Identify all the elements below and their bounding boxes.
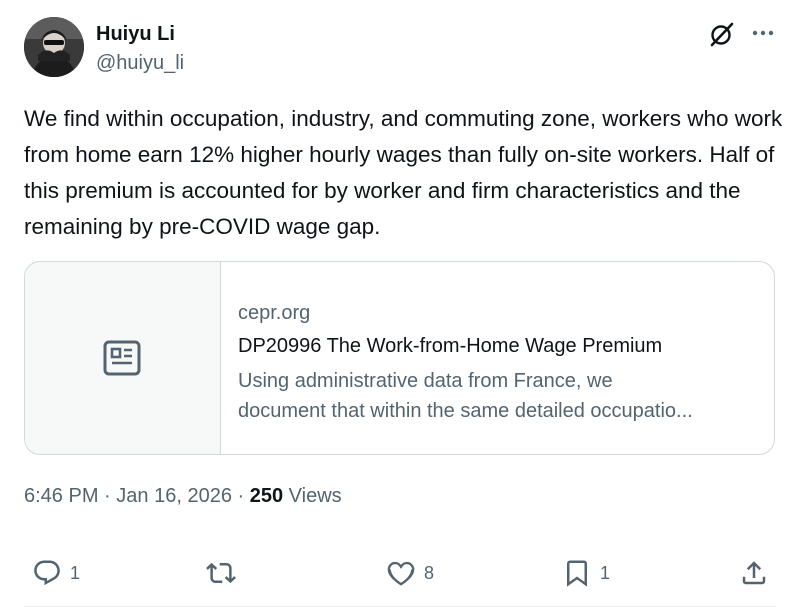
meta-separator: · <box>237 485 245 507</box>
reply-count: 1 <box>70 562 81 583</box>
meta-separator: · <box>104 485 111 507</box>
author-name[interactable]: Huiyu Li <box>96 22 175 46</box>
repost-icon <box>206 562 236 584</box>
reply-icon <box>34 560 60 586</box>
share-icon <box>742 561 766 585</box>
heart-icon <box>387 561 415 586</box>
card-title: DP20996 The Work-from-Home Wage Premium <box>238 335 663 357</box>
tweet-date[interactable]: Jan 16, 2026 <box>116 485 232 507</box>
grok-icon[interactable] <box>708 20 736 48</box>
repost-button[interactable] <box>206 555 244 591</box>
card-thumbnail <box>25 262 221 454</box>
tweet-text: We find within occupation, industry, and… <box>24 106 783 239</box>
author-handle[interactable]: @huiyu_li <box>96 51 184 75</box>
bookmark-count: 1 <box>600 562 611 583</box>
card-description: Using administrative data from France, w… <box>238 366 763 426</box>
like-button[interactable]: 8 <box>386 555 434 591</box>
reply-button[interactable]: 1 <box>32 555 80 591</box>
card-domain: cepr.org <box>238 302 311 324</box>
bookmark-button[interactable]: 1 <box>562 555 610 591</box>
views-label: Views <box>288 485 342 507</box>
tweet-meta: 6:46 PM · Jan 16, 2026 · 250 Views <box>24 484 342 508</box>
bookmark-icon <box>567 560 587 587</box>
divider <box>24 606 777 607</box>
share-button[interactable] <box>739 555 769 591</box>
avatar-photo <box>24 17 84 77</box>
like-count: 8 <box>424 562 435 583</box>
more-options-icon[interactable] <box>750 20 778 48</box>
link-card[interactable]: cepr.org DP20996 The Work-from-Home Wage… <box>24 261 775 455</box>
card-description-line: document that within the same detailed o… <box>238 400 693 422</box>
views-count: 250 <box>249 485 284 507</box>
article-icon <box>103 340 141 376</box>
card-description-line: Using administrative data from France, w… <box>238 370 613 392</box>
avatar[interactable] <box>24 17 84 77</box>
action-bar: 1 8 1 <box>0 555 801 591</box>
tweet-time[interactable]: 6:46 PM <box>24 485 98 507</box>
